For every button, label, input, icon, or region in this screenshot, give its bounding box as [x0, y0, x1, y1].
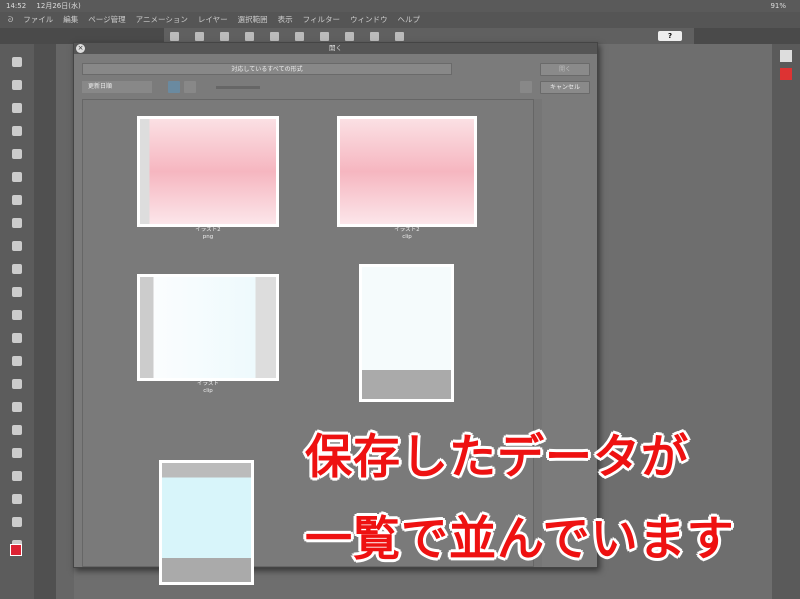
thumbnail-size-slider[interactable]: [216, 86, 260, 89]
close-icon[interactable]: ×: [76, 44, 85, 53]
shape-icon[interactable]: [12, 425, 22, 435]
pen-tool-icon[interactable]: [12, 218, 22, 228]
undo-icon[interactable]: [320, 31, 329, 41]
pencil-tool-icon[interactable]: [12, 241, 22, 251]
eraser-icon[interactable]: [12, 333, 22, 343]
open-button[interactable]: 開く: [540, 63, 590, 76]
file-item[interactable]: [159, 460, 254, 585]
file-thumbnail: [137, 116, 279, 227]
file-ext: clip: [203, 388, 213, 394]
file-item[interactable]: イラスト2 clip: [337, 116, 477, 241]
open-dialog: × 開く 対応しているすべての形式 開く キャンセル 更新日順 イラスト2 pn…: [73, 42, 598, 585]
clock: 14:52: [6, 2, 27, 10]
menu-window[interactable]: ウィンドウ: [350, 12, 388, 28]
menu-view[interactable]: 表示: [278, 12, 293, 28]
dialog-title: 開く: [329, 44, 342, 52]
status-bar: 14:52 12月26日(水) 91%: [0, 0, 800, 12]
caption-line-2: 一覧で並んでいます: [305, 512, 735, 567]
balloon-icon[interactable]: [12, 517, 22, 527]
file-item[interactable]: イラスト2 png: [137, 116, 279, 241]
color-swatch[interactable]: [10, 544, 22, 556]
menu-layer[interactable]: レイヤー: [198, 12, 228, 28]
menu-bar: ᘐ ファイル 編集 ページ管理 アニメーション レイヤー 選択範囲 表示 フィル…: [0, 12, 800, 28]
gradient-icon[interactable]: [12, 402, 22, 412]
sort-select[interactable]: 更新日順: [82, 81, 152, 93]
file-thumbnail: [159, 460, 254, 585]
rotate-tool-icon[interactable]: [12, 103, 22, 113]
layer-icon[interactable]: [395, 31, 404, 41]
menu-filter[interactable]: フィルター: [303, 12, 340, 28]
decoration-icon[interactable]: [12, 310, 22, 320]
tool-property-panel: [56, 44, 74, 599]
frame-icon[interactable]: [12, 448, 22, 458]
menu-page[interactable]: ページ管理: [88, 12, 125, 28]
menu-file[interactable]: ファイル: [23, 12, 53, 28]
grid-view-icon[interactable]: [168, 81, 180, 93]
file-name: イラスト: [197, 381, 219, 387]
settings-icon[interactable]: [370, 31, 379, 41]
file-thumbnail: [359, 264, 454, 402]
fill-icon[interactable]: [12, 379, 22, 389]
file-ext: clip: [402, 234, 412, 240]
right-panel: [772, 44, 800, 599]
hand-tool-icon[interactable]: [12, 80, 22, 90]
menu-icon[interactable]: [520, 81, 532, 93]
ruler-icon[interactable]: [12, 471, 22, 481]
select-tool-icon[interactable]: [12, 149, 22, 159]
file-thumbnail: [137, 274, 279, 381]
file-name: イラスト2: [394, 227, 420, 233]
file-thumbnail: [337, 116, 477, 227]
zoom-tool-icon[interactable]: [12, 57, 22, 67]
open-icon[interactable]: [270, 31, 279, 41]
scrollbar[interactable]: [534, 99, 542, 567]
dialog-titlebar: × 開く: [74, 43, 597, 54]
blend-icon[interactable]: [12, 356, 22, 366]
navigator-icon[interactable]: [780, 68, 792, 80]
logo-icon[interactable]: [220, 31, 229, 41]
app-logo-icon[interactable]: ᘐ: [8, 12, 13, 28]
airbrush-icon[interactable]: [12, 287, 22, 297]
save-icon[interactable]: [295, 31, 304, 41]
file-list: イラスト2 png イラスト2 clip イラスト clip: [82, 99, 534, 585]
eyedropper-icon[interactable]: [12, 195, 22, 205]
move-tool-icon[interactable]: [12, 126, 22, 136]
tool-palette: [0, 44, 34, 599]
help-button[interactable]: ?: [658, 31, 682, 41]
new-file-icon[interactable]: [245, 31, 254, 41]
file-item[interactable]: イラスト clip: [137, 274, 279, 395]
battery: 91%: [770, 2, 786, 10]
menu-animation[interactable]: アニメーション: [136, 12, 188, 28]
list-view-icon[interactable]: [184, 81, 196, 93]
layers-icon[interactable]: [780, 50, 792, 62]
file-name: イラスト2: [195, 227, 221, 233]
date: 12月26日(水): [36, 2, 81, 10]
menu-edit[interactable]: 編集: [63, 12, 78, 28]
cancel-button[interactable]: キャンセル: [540, 81, 590, 94]
menu-selection[interactable]: 選択範囲: [238, 12, 268, 28]
file-item[interactable]: [359, 264, 454, 402]
grid-icon[interactable]: [170, 31, 179, 41]
image-icon[interactable]: [195, 31, 204, 41]
file-ext: png: [202, 234, 214, 240]
format-select[interactable]: 対応しているすべての形式: [82, 63, 452, 75]
brush-tool-icon[interactable]: [12, 264, 22, 274]
text-tool-icon[interactable]: [12, 494, 22, 504]
wand-tool-icon[interactable]: [12, 172, 22, 182]
redo-icon[interactable]: [345, 31, 354, 41]
caption-line-1: 保存したデータが: [305, 430, 689, 485]
menu-help[interactable]: ヘルプ: [397, 12, 420, 28]
sub-tool-panel: [34, 44, 56, 599]
